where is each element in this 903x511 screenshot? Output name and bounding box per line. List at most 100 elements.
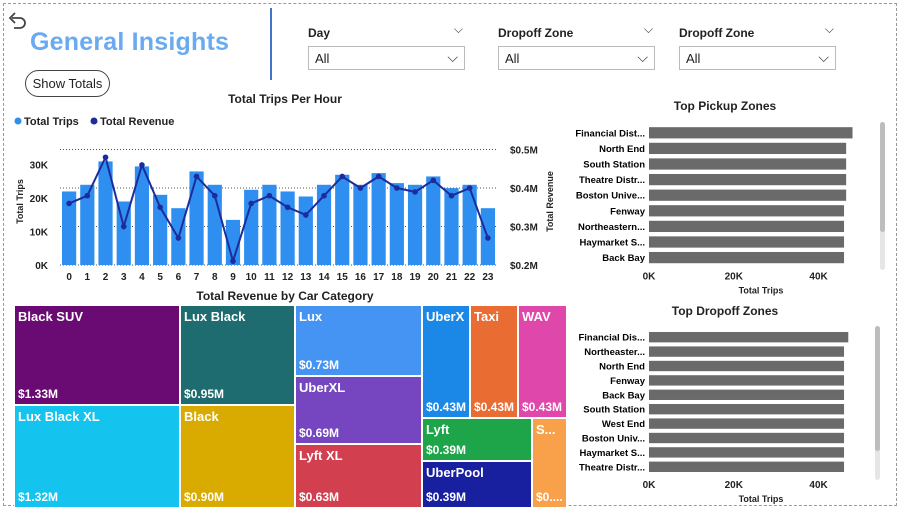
zone-label: Northeastern... — [578, 222, 645, 233]
x-tick-label: 1 — [85, 272, 91, 283]
slicer-day[interactable]: Day ⌵ All ⌵ — [308, 22, 465, 70]
treemap-tile[interactable]: Lyft $0.39M — [422, 418, 532, 461]
scrollbar-thumb[interactable] — [875, 326, 880, 451]
scrollbar-thumb[interactable] — [880, 122, 885, 232]
x-tick-label: 0K — [643, 271, 657, 282]
treemap-tile-label: Black SUV — [18, 309, 84, 324]
y2-tick-label: $0.5M — [510, 146, 538, 157]
header-divider — [270, 8, 272, 80]
trips-bar — [189, 171, 204, 265]
treemap-tile[interactable]: Lux Black $0.95M — [180, 305, 295, 405]
slicer-dropdown[interactable]: All ⌵ — [308, 46, 465, 70]
treemap-tile[interactable]: UberXL $0.69M — [295, 376, 422, 444]
revenue-point — [321, 192, 327, 199]
treemap-tile-value: $0.43M — [474, 400, 515, 414]
zone-label: Back Bay — [602, 390, 645, 401]
trips-bar — [426, 176, 441, 265]
zone-bar — [649, 158, 847, 170]
slicer-value: All — [686, 51, 701, 66]
revenue-treemap[interactable]: Black SUV $1.33M Lux Black XL $1.32M Lux Bla… — [14, 305, 568, 508]
x-tick-label: 40K — [809, 271, 828, 282]
x-tick-label: 14 — [318, 272, 330, 283]
treemap-tile-value: $0.43M — [522, 400, 563, 414]
revenue-point — [485, 235, 491, 241]
treemap-tile-value: $0.39M — [426, 490, 467, 504]
treemap-tile[interactable]: UberX $0.43M — [422, 305, 470, 418]
revenue-point — [211, 192, 218, 199]
y-tick-label: 20K — [30, 194, 49, 205]
x-tick-label: 9 — [230, 272, 236, 283]
scrollbar-track[interactable] — [880, 122, 885, 270]
x-tick-label: 12 — [282, 272, 294, 283]
zone-bar — [649, 360, 845, 372]
legend-marker — [14, 117, 22, 125]
zone-bar — [649, 461, 845, 472]
top-dropoff-zones-chart[interactable]: Financial Dis... Northeaster... North End F… — [563, 322, 868, 508]
slicer-dropdown[interactable]: All ⌵ — [498, 46, 655, 70]
treemap-tile[interactable]: WAV $0.43M — [518, 305, 567, 418]
trips-per-hour-chart[interactable]: Total Trips Total Revenue $0.2M $0.3M $0.4M $… — [10, 108, 560, 286]
zone-bar — [649, 251, 845, 264]
treemap-tile-label: Lux Black — [184, 309, 246, 324]
y2-tick-label: $0.2M — [510, 261, 538, 272]
treemap-tile[interactable]: UberPool $0.39M — [422, 461, 532, 508]
trips-bar — [462, 184, 477, 265]
revenue-point — [248, 200, 254, 207]
zone-label: South Station — [583, 405, 645, 416]
chevron-down-icon: ⌵ — [637, 49, 648, 65]
chevron-down-icon[interactable]: ⌵ — [454, 22, 463, 37]
x-tick-label: 10 — [246, 272, 258, 283]
top-pickup-zones-chart[interactable]: Financial Dist... North End South Station T… — [563, 116, 868, 301]
treemap-tile-value: $0.95M — [184, 387, 225, 401]
treemap-tile-value: $1.33M — [18, 387, 59, 401]
revenue-point — [120, 223, 127, 230]
revenue-by-category-title: Total Revenue by Car Category — [196, 289, 374, 303]
treemap-tile[interactable]: Black SUV $1.33M — [14, 305, 180, 405]
trips-bar — [407, 184, 423, 265]
treemap-tile-label: UberXL — [299, 380, 346, 395]
zone-label: Fenway — [610, 206, 646, 217]
zone-bar — [649, 447, 845, 458]
slicer-dropoff-zone-2[interactable]: Dropoff Zone ⌵ All ⌵ — [679, 22, 836, 70]
treemap-tile[interactable]: Lux $0.73M — [295, 305, 422, 376]
legend-label: Total Revenue — [100, 116, 174, 128]
y2-tick-label: $0.4M — [510, 184, 538, 195]
slicer-dropoff-zone[interactable]: Dropoff Zone ⌵ All ⌵ — [498, 22, 655, 70]
slicer-label: Day — [308, 26, 331, 40]
chevron-down-icon: ⌵ — [818, 49, 829, 65]
scrollbar-track[interactable] — [875, 326, 880, 480]
x-tick-label: 3 — [121, 272, 127, 283]
zone-label: Financial Dis... — [578, 333, 645, 344]
treemap-tile-label: Lyft — [426, 422, 450, 437]
trips-bar — [444, 188, 459, 265]
zone-bar — [649, 220, 845, 233]
y-axis-label: Total Trips — [15, 179, 25, 224]
revenue-point — [175, 235, 182, 241]
revenue-point — [394, 185, 400, 191]
treemap-tile[interactable]: Lux Black XL $1.32M — [14, 405, 180, 508]
treemap-tile[interactable]: Black $0.90M — [180, 405, 295, 508]
zone-label: Theatre Distr... — [579, 175, 645, 186]
revenue-point — [266, 192, 273, 199]
revenue-point — [339, 173, 346, 180]
slicer-dropdown[interactable]: All ⌵ — [679, 46, 836, 70]
revenue-point — [284, 204, 291, 211]
chevron-down-icon[interactable]: ⌵ — [825, 22, 834, 37]
zone-bar — [649, 346, 845, 357]
treemap-tile[interactable]: Taxi $0.43M — [470, 305, 518, 418]
treemap-tile[interactable]: Lyft XL $0.63M — [295, 444, 422, 508]
x-tick-label: 2 — [103, 272, 109, 283]
y-tick-label: 30K — [30, 161, 49, 172]
x-tick-label: 20K — [725, 271, 744, 282]
x-tick-label: 20K — [725, 480, 744, 491]
treemap-tile-value: $1.32M — [18, 490, 59, 504]
show-totals-button[interactable]: Show Totals — [25, 70, 110, 97]
treemap-tile[interactable]: S... $0.... — [532, 418, 567, 508]
x-tick-label: 6 — [176, 272, 182, 283]
chevron-down-icon[interactable]: ⌵ — [644, 22, 653, 37]
zone-label: Haymarket S... — [580, 238, 645, 249]
x-tick-label: 20 — [428, 272, 440, 283]
treemap-tile-label: Lyft XL — [299, 448, 343, 463]
undo-arrow-icon[interactable] — [6, 9, 28, 31]
zone-label: Financial Dist... — [575, 128, 645, 139]
